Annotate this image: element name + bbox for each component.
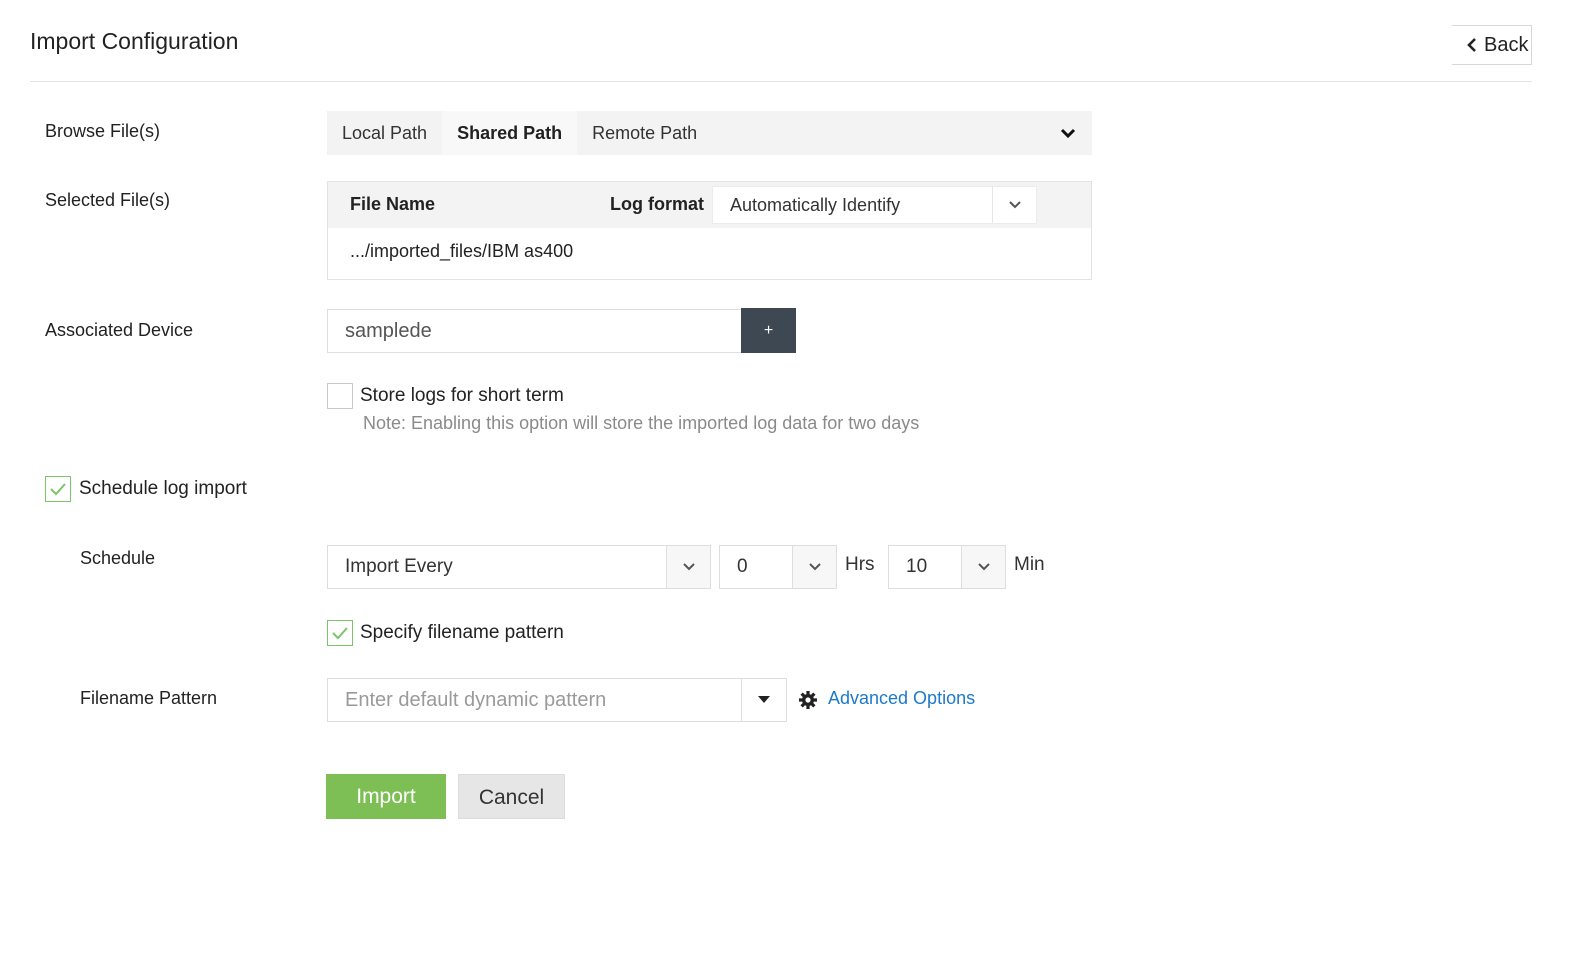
selected-files-table: File Name Log format Automatically Ident… xyxy=(327,181,1092,280)
advanced-options-link[interactable]: Advanced Options xyxy=(828,688,975,709)
schedule-mode-value: Import Every xyxy=(345,556,453,577)
chevron-down-icon xyxy=(666,546,710,588)
column-log-format: Log format xyxy=(610,194,704,214)
minutes-value: 10 xyxy=(906,556,928,577)
specify-pattern-label: Specify filename pattern xyxy=(360,622,564,643)
associated-device-input[interactable]: samplede xyxy=(327,309,742,353)
schedule-import-label: Schedule log import xyxy=(79,478,247,499)
schedule-mode-select[interactable]: Import Every xyxy=(327,545,711,589)
browse-files-label: Browse File(s) xyxy=(45,121,161,141)
back-button[interactable]: Back xyxy=(1452,25,1532,65)
back-label: Back xyxy=(1484,33,1529,56)
tab-local-path[interactable]: Local Path xyxy=(327,111,442,155)
filename-pattern-label: Filename Pattern xyxy=(80,688,218,708)
associated-device-label: Associated Device xyxy=(45,320,194,340)
page-title: Import Configuration xyxy=(30,28,239,54)
log-format-value: Automatically Identify xyxy=(730,194,901,215)
hours-unit-label: Hrs xyxy=(845,554,875,575)
chevron-down-icon xyxy=(792,546,836,588)
chevron-down-icon xyxy=(961,546,1005,588)
selected-files-label: Selected File(s) xyxy=(45,190,171,210)
path-tabs: Local Path Shared Path Remote Path xyxy=(327,111,1092,155)
header-divider xyxy=(30,81,1532,82)
chevron-left-icon xyxy=(1467,38,1476,52)
cancel-button[interactable]: Cancel xyxy=(458,774,565,819)
log-format-select[interactable]: Automatically Identify xyxy=(712,186,1037,224)
store-short-term-label: Store logs for short term xyxy=(360,385,564,406)
hours-select[interactable]: 0 xyxy=(719,545,837,589)
files-table-header: File Name Log format Automatically Ident… xyxy=(328,182,1091,228)
check-icon xyxy=(332,627,348,640)
minutes-select[interactable]: 10 xyxy=(888,545,1006,589)
specify-pattern-checkbox[interactable] xyxy=(327,620,353,646)
check-icon xyxy=(50,483,66,496)
tab-shared-path[interactable]: Shared Path xyxy=(442,111,578,155)
filename-pattern-input[interactable]: Enter default dynamic pattern xyxy=(327,678,742,722)
chevron-down-icon xyxy=(992,187,1036,223)
store-short-term-note: Note: Enabling this option will store th… xyxy=(363,413,920,433)
schedule-import-checkbox[interactable] xyxy=(45,476,71,502)
add-device-button[interactable]: + xyxy=(741,308,796,353)
caret-down-icon xyxy=(758,696,770,703)
chevron-down-icon[interactable] xyxy=(1060,125,1076,141)
column-file-name: File Name xyxy=(350,194,436,214)
store-short-term-checkbox[interactable] xyxy=(327,383,353,409)
pattern-dropdown-button[interactable] xyxy=(741,678,787,722)
minutes-unit-label: Min xyxy=(1014,554,1045,575)
schedule-label: Schedule xyxy=(80,548,156,568)
hours-value: 0 xyxy=(737,556,748,577)
tab-remote-path[interactable]: Remote Path xyxy=(577,111,712,155)
table-row: .../imported_files/IBM as400 xyxy=(350,241,574,261)
import-button[interactable]: Import xyxy=(326,774,446,819)
gear-icon xyxy=(799,691,817,709)
